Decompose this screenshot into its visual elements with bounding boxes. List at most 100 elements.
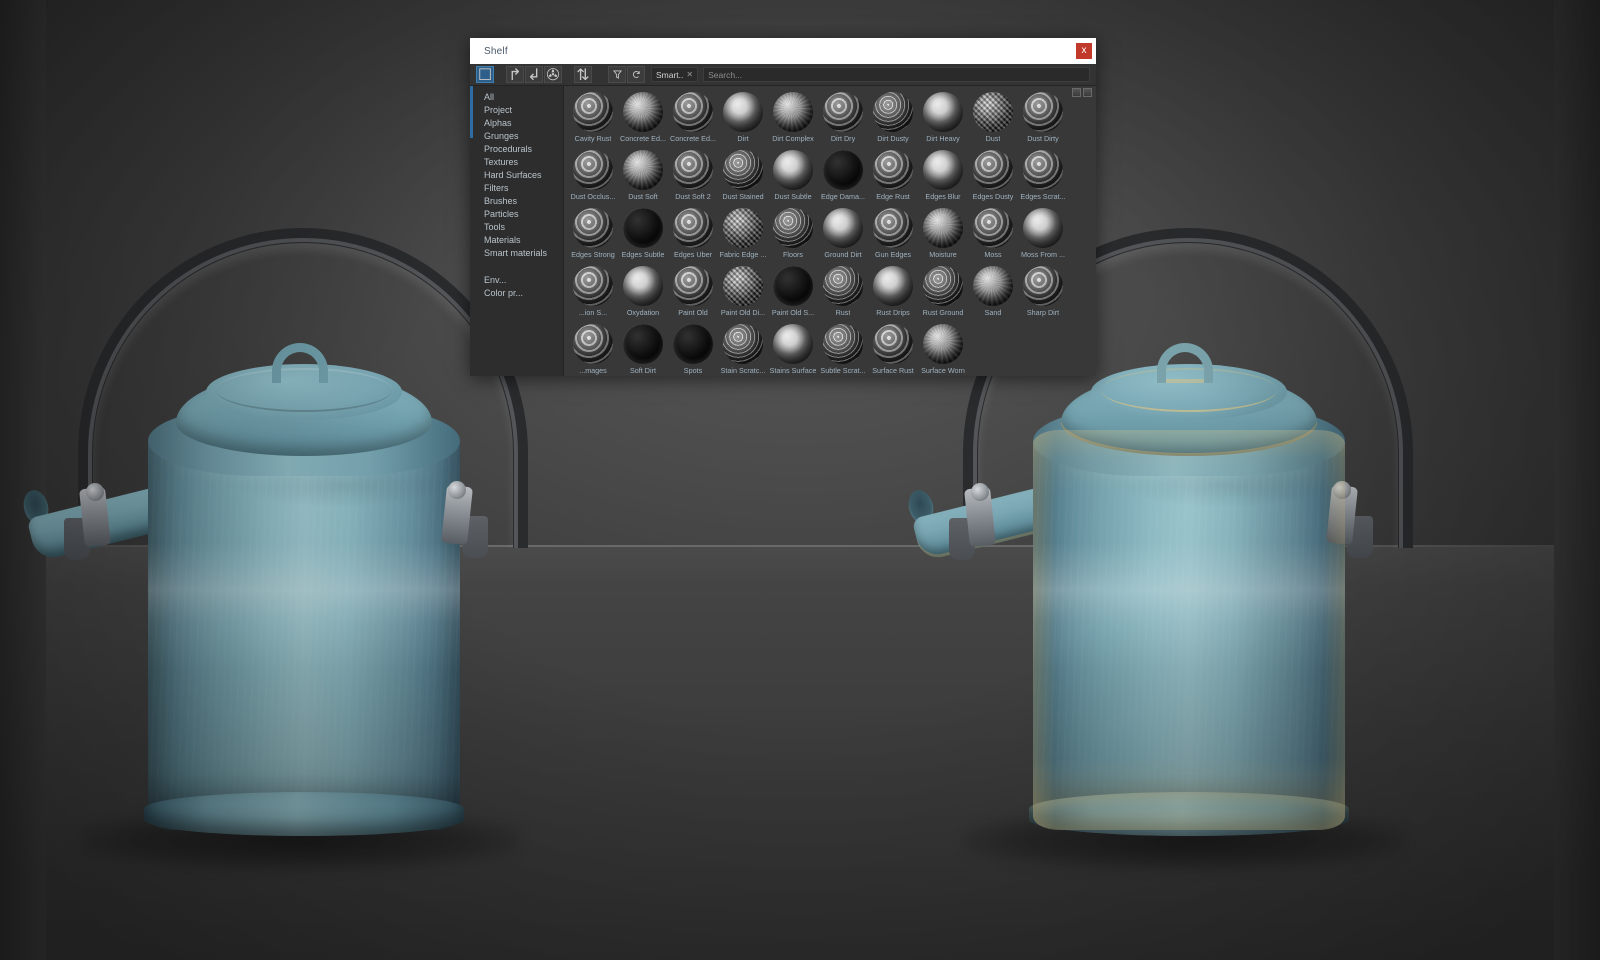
material-sphere-icon bbox=[573, 266, 613, 306]
shelf-grid-item[interactable]: Edges Strong bbox=[568, 208, 618, 266]
shelf-window[interactable]: Shelf x ☐ ↱ ↲ ✇ ⇅ Smart.. ✕ Search... Al… bbox=[470, 38, 1096, 376]
shelf-grid-item-label: Fabric Edge ... bbox=[719, 250, 767, 259]
shelf-grid-item[interactable]: Dust Dirty bbox=[1018, 92, 1068, 150]
shelf-grid-item[interactable]: Ground Dirt bbox=[818, 208, 868, 266]
material-sphere-icon bbox=[923, 208, 963, 248]
shelf-grid-item[interactable]: Stain Scratc... bbox=[718, 324, 768, 376]
material-sphere-icon bbox=[723, 266, 763, 306]
shelf-grid-item[interactable]: Concrete Ed... bbox=[618, 92, 668, 150]
sidebar-item-brushes[interactable]: Brushes bbox=[470, 194, 563, 207]
shelf-grid-item[interactable]: Dust Soft 2 bbox=[668, 150, 718, 208]
shelf-grid-item[interactable]: Edges Uber bbox=[668, 208, 718, 266]
shelf-titlebar[interactable]: Shelf x bbox=[470, 38, 1096, 64]
shelf-grid-item[interactable]: Dust Subtle bbox=[768, 150, 818, 208]
kettle-right[interactable] bbox=[905, 228, 1465, 900]
shelf-grid-item[interactable]: Dirt Complex bbox=[768, 92, 818, 150]
sidebar-item-particles[interactable]: Particles bbox=[470, 207, 563, 220]
shelf-grid-item[interactable]: Rust Ground bbox=[918, 266, 968, 324]
shelf-grid-item[interactable]: Dust bbox=[968, 92, 1018, 150]
shelf-grid-item[interactable]: Rust Drips bbox=[868, 266, 918, 324]
shelf-grid-item[interactable]: Spots bbox=[668, 324, 718, 376]
shelf-grid-item[interactable]: ...mages bbox=[568, 324, 618, 376]
shelf-grid-item[interactable]: Gun Edges bbox=[868, 208, 918, 266]
export-resource-icon[interactable]: ⇅ bbox=[574, 66, 592, 84]
shelf-grid-item[interactable]: Edges Blur bbox=[918, 150, 968, 208]
shelf-grid-item[interactable]: Moss bbox=[968, 208, 1018, 266]
shelf-grid-item[interactable]: Dirt Dry bbox=[818, 92, 868, 150]
shelf-grid-item[interactable]: Sand bbox=[968, 266, 1018, 324]
shelf-grid-item[interactable]: Cavity Rust bbox=[568, 92, 618, 150]
shelf-grid-item[interactable]: Surface Rust bbox=[868, 324, 918, 376]
shelf-grid-item[interactable]: Dirt Dusty bbox=[868, 92, 918, 150]
shelf-grid-item[interactable]: Dust Soft bbox=[618, 150, 668, 208]
sidebar-item-all[interactable]: All bbox=[470, 90, 563, 103]
shelf-grid-item[interactable]: Dirt Heavy bbox=[918, 92, 968, 150]
shelf-grid-item[interactable]: Edges Scrat... bbox=[1018, 150, 1068, 208]
shelf-grid-item[interactable]: Paint Old Di... bbox=[718, 266, 768, 324]
shelf-grid-item[interactable]: Edges Dusty bbox=[968, 150, 1018, 208]
material-sphere-icon bbox=[1023, 150, 1063, 190]
shelf-grid-item[interactable]: Soft Dirt bbox=[618, 324, 668, 376]
add-resource-icon[interactable]: ↲ bbox=[525, 66, 543, 84]
shelf-grid-item[interactable]: Dust Stained bbox=[718, 150, 768, 208]
kettle-right-pin-left bbox=[971, 483, 989, 501]
shelf-grid-item-label: Concrete Ed... bbox=[620, 134, 666, 143]
shelf-grid-item[interactable]: Dirt bbox=[718, 92, 768, 150]
sidebar-item-textures[interactable]: Textures bbox=[470, 155, 563, 168]
shelf-grid-item[interactable]: Edge Rust bbox=[868, 150, 918, 208]
sidebar-item-alphas[interactable]: Alphas bbox=[470, 116, 563, 129]
shelf-grid-item[interactable]: Moisture bbox=[918, 208, 968, 266]
shelf-grid-item[interactable]: Oxydation bbox=[618, 266, 668, 324]
refresh-icon[interactable] bbox=[627, 66, 645, 83]
shelf-grid[interactable]: Cavity Rust Concrete Ed... Concrete Ed... D… bbox=[564, 86, 1096, 376]
material-sphere-icon bbox=[973, 208, 1013, 248]
grid-view-large-icon[interactable] bbox=[1083, 88, 1092, 97]
shelf-grid-item[interactable]: Sharp Dirt bbox=[1018, 266, 1068, 324]
kettle-left[interactable] bbox=[20, 228, 580, 900]
shelf-grid-item[interactable]: Dust Occlus... bbox=[568, 150, 618, 208]
grid-view-toggles[interactable] bbox=[1072, 88, 1092, 97]
sidebar-item-grunges[interactable]: Grunges bbox=[470, 129, 563, 142]
shelf-grid-item[interactable]: Floors bbox=[768, 208, 818, 266]
sidebar-item-color-profiles[interactable]: Color pr... bbox=[470, 286, 563, 299]
edit-resource-icon[interactable]: ✇ bbox=[544, 66, 562, 84]
shelf-grid-item[interactable]: Fabric Edge ... bbox=[718, 208, 768, 266]
shelf-sidebar[interactable]: All Project Alphas Grunges Procedurals T… bbox=[470, 86, 564, 376]
shelf-grid-item[interactable]: Moss From ... bbox=[1018, 208, 1068, 266]
sidebar-item-project[interactable]: Project bbox=[470, 103, 563, 116]
shelf-grid-item[interactable]: Concrete Ed... bbox=[668, 92, 718, 150]
shelf-grid-item[interactable]: Surface Worn bbox=[918, 324, 968, 376]
sidebar-item-smart-materials[interactable]: Smart materials bbox=[470, 246, 563, 259]
shelf-grid-item[interactable]: Edge Dama... bbox=[818, 150, 868, 208]
sidebar-item-environments[interactable]: Env... bbox=[470, 273, 563, 286]
viewport-edge-right bbox=[1554, 0, 1600, 960]
search-input[interactable]: Search... bbox=[703, 67, 1090, 82]
close-icon[interactable]: x bbox=[1076, 43, 1092, 59]
material-sphere-icon bbox=[873, 324, 913, 364]
shelf-root-icon[interactable]: ☐ bbox=[476, 66, 494, 84]
sidebar-item-filters[interactable]: Filters bbox=[470, 181, 563, 194]
import-resource-icon[interactable]: ↱ bbox=[506, 66, 524, 84]
shelf-grid-item[interactable]: ...ion S... bbox=[568, 266, 618, 324]
sidebar-item-procedurals[interactable]: Procedurals bbox=[470, 142, 563, 155]
funnel-icon[interactable] bbox=[608, 66, 626, 83]
tag-remove-icon[interactable]: ✕ bbox=[686, 70, 693, 79]
sidebar-item-tools[interactable]: Tools bbox=[470, 220, 563, 233]
shelf-grid-item-label: Dust Subtle bbox=[774, 192, 812, 201]
grid-view-small-icon[interactable] bbox=[1072, 88, 1081, 97]
shelf-grid-item-label: Dust Occlus... bbox=[570, 192, 616, 201]
shelf-grid-item[interactable]: Paint Old S... bbox=[768, 266, 818, 324]
shelf-grid-item-label: Stains Surface bbox=[769, 366, 817, 375]
shelf-grid-item[interactable]: Paint Old bbox=[668, 266, 718, 324]
sidebar-item-materials[interactable]: Materials bbox=[470, 233, 563, 246]
shelf-active-tag[interactable]: Smart.. ✕ bbox=[651, 67, 699, 82]
material-sphere-icon bbox=[873, 150, 913, 190]
shelf-grid-item-label: ...ion S... bbox=[578, 308, 608, 317]
shelf-grid-item[interactable]: Subtle Scrat... bbox=[818, 324, 868, 376]
shelf-grid-item[interactable]: Rust bbox=[818, 266, 868, 324]
shelf-grid-item[interactable]: Stains Surface bbox=[768, 324, 818, 376]
shelf-toolbar[interactable]: ☐ ↱ ↲ ✇ ⇅ Smart.. ✕ Search... bbox=[470, 64, 1096, 86]
shelf-grid-item[interactable]: Edges Subtle bbox=[618, 208, 668, 266]
sidebar-item-hard-surfaces[interactable]: Hard Surfaces bbox=[470, 168, 563, 181]
material-sphere-icon bbox=[673, 266, 713, 306]
